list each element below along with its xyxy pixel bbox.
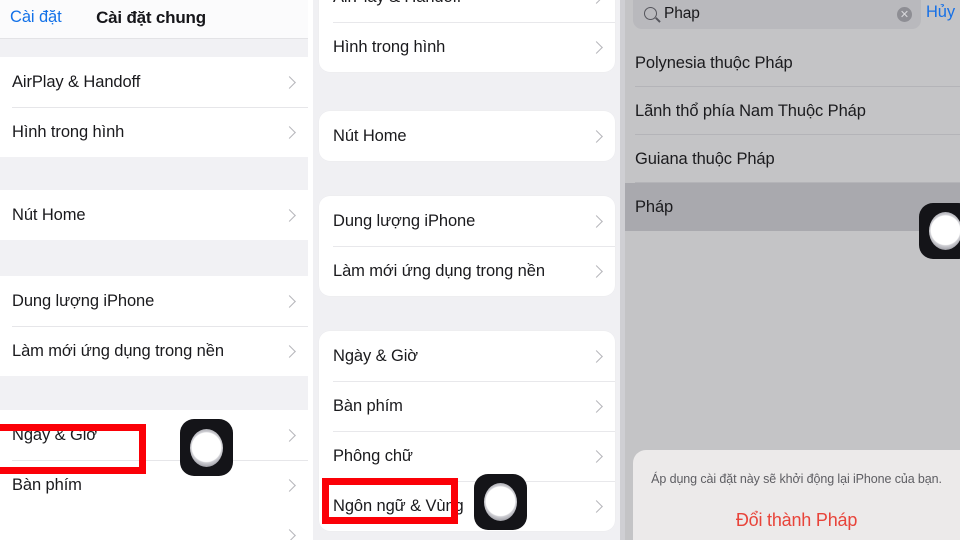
search-bar: Phap ✕ Hủy [625,0,960,29]
settings-row-iphone-storage[interactable]: Dung lượng iPhone [319,196,615,246]
section-gap [0,240,308,276]
action-sheet-message: Áp dụng cài đặt này sẽ khởi động lại iPh… [651,472,942,486]
chevron-right-icon [590,265,603,278]
settings-row-home-button[interactable]: Nút Home [0,190,308,240]
settings-card-group: Nút Home [319,111,615,161]
tap-cursor-indicator [474,474,527,530]
chevron-right-icon [283,479,296,492]
chevron-right-icon [283,529,296,540]
settings-row-label: Bàn phím [333,396,403,415]
settings-card-group: Dung lượng iPhone Làm mới ứng dụng trong… [319,196,615,296]
chevron-right-icon [590,130,603,143]
clear-circle-icon[interactable]: ✕ [897,7,912,22]
settings-row-label: Nút Home [12,205,86,224]
settings-row-picture-in-picture[interactable]: Hình trong hình [0,107,308,157]
page-title: Cài đặt chung [96,8,206,27]
middle-settings-panel: AirPlay & Handoff Hình trong hình Nút Ho… [313,0,625,540]
settings-card-group: Ngày & Giờ Bàn phím Phông chữ Ngôn ngữ &… [319,331,615,531]
settings-row-label: Dung lượng iPhone [333,211,476,230]
action-sheet: Áp dụng cài đặt này sẽ khởi động lại iPh… [633,450,960,540]
tap-cursor-indicator [919,203,960,259]
settings-row-date-and-time[interactable]: Ngày & Giờ [0,410,308,460]
chevron-right-icon [590,41,603,54]
right-language-search-panel: Phap ✕ Hủy Polynesia thuộc Pháp Lãnh thổ… [625,0,960,540]
settings-row-picture-in-picture[interactable]: Hình trong hình [319,22,615,72]
settings-group: Dung lượng iPhone Làm mới ứng dụng trong… [0,276,308,376]
settings-row-partial[interactable] [0,510,308,540]
settings-row-home-button[interactable]: Nút Home [319,111,615,161]
screenshot-root: Cài đặt Cài đặt chung AirPlay & Handoff … [0,0,960,540]
settings-row-label: Làm mới ứng dụng trong nền [333,261,545,280]
chevron-right-icon [283,295,296,308]
settings-row-label: Ngày & Giờ [12,425,98,444]
chevron-right-icon [283,76,296,89]
chevron-right-icon [283,126,296,139]
settings-row-airplay-handoff[interactable]: AirPlay & Handoff [0,57,308,107]
search-result-row[interactable]: Lãnh thổ phía Nam Thuộc Pháp [625,87,960,135]
settings-group: Ngày & Giờ Bàn phím [0,410,308,510]
settings-row-label: AirPlay & Handoff [333,0,461,7]
search-result-label: Polynesia thuộc Pháp [635,53,793,72]
settings-row-background-app-refresh[interactable]: Làm mới ứng dụng trong nền [0,326,308,376]
chevron-right-icon [283,345,296,358]
settings-card-group: AirPlay & Handoff Hình trong hình [319,0,615,72]
section-gap [0,157,308,190]
search-result-label: Lãnh thổ phía Nam Thuộc Pháp [635,101,866,120]
settings-row-keyboard[interactable]: Bàn phím [319,381,615,431]
search-result-row-selected[interactable]: Pháp [625,183,960,231]
search-results-list: Polynesia thuộc Pháp Lãnh thổ phía Nam T… [625,39,960,231]
tap-cursor-indicator [180,419,233,476]
settings-row-label: AirPlay & Handoff [12,72,141,91]
settings-row-label: Phông chữ [333,446,413,465]
chevron-right-icon [283,429,296,442]
chevron-right-icon [590,500,603,513]
settings-row-fonts[interactable]: Phông chữ [319,431,615,481]
settings-group: AirPlay & Handoff Hình trong hình [0,57,308,157]
settings-row-label: Bàn phím [12,475,82,494]
settings-group: Nút Home [0,190,308,240]
settings-row-background-app-refresh[interactable]: Làm mới ứng dụng trong nền [319,246,615,296]
settings-row-date-and-time[interactable]: Ngày & Giờ [319,331,615,381]
settings-row-language-and-region[interactable]: Ngôn ngữ & Vùng [319,481,615,531]
left-settings-panel: Cài đặt Cài đặt chung AirPlay & Handoff … [0,0,308,540]
settings-row-airplay-handoff[interactable]: AirPlay & Handoff [319,0,615,22]
chevron-right-icon [590,350,603,363]
settings-row-label: Ngôn ngữ & Vùng [333,496,464,515]
search-input-value: Phap [664,5,700,22]
chevron-right-icon [283,209,296,222]
settings-row-iphone-storage[interactable]: Dung lượng iPhone [0,276,308,326]
navigation-bar: Cài đặt Cài đặt chung [0,0,308,39]
cancel-button[interactable]: Hủy [926,3,955,22]
search-result-row[interactable]: Polynesia thuộc Pháp [625,39,960,87]
section-gap [0,39,308,57]
settings-row-label: Làm mới ứng dụng trong nền [12,341,224,360]
search-result-row[interactable]: Guiana thuộc Pháp [625,135,960,183]
search-icon [644,7,657,20]
settings-row-label: Ngày & Giờ [333,346,419,365]
settings-row-keyboard[interactable]: Bàn phím [0,460,308,510]
settings-row-label: Dung lượng iPhone [12,291,155,310]
chevron-right-icon [590,0,603,4]
chevron-right-icon [590,400,603,413]
action-sheet-confirm-button[interactable]: Đổi thành Pháp [633,510,960,531]
settings-row-label: Hình trong hình [12,122,125,141]
section-gap [0,376,308,410]
search-result-label: Guiana thuộc Pháp [635,149,775,168]
search-input[interactable]: Phap ✕ [633,0,921,29]
settings-row-label: Hình trong hình [333,37,446,56]
chevron-right-icon [590,215,603,228]
chevron-right-icon [590,450,603,463]
settings-row-label: Nút Home [333,126,407,145]
search-result-label: Pháp [635,197,674,216]
